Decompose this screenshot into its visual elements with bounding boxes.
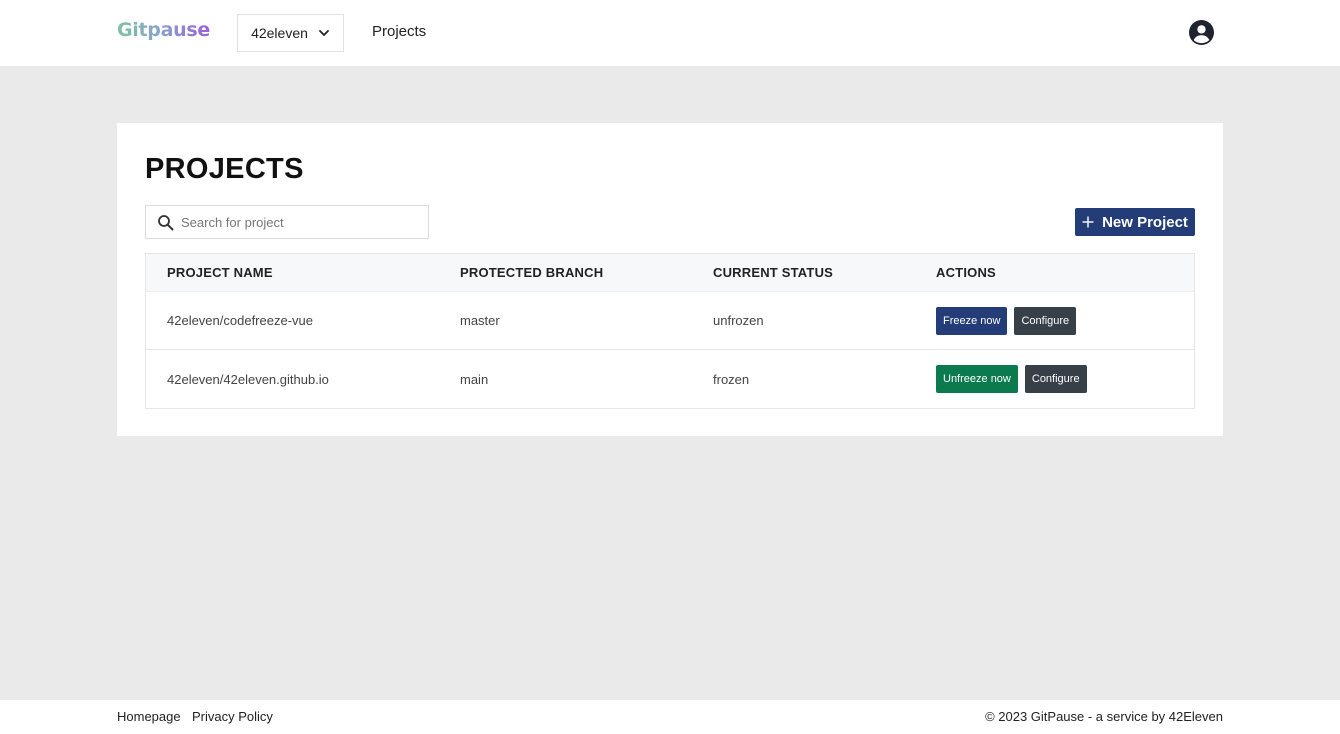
column-header-protected-branch: PROTECTED BRANCH (460, 265, 604, 280)
freeze-now-button[interactable]: Freeze now (936, 306, 1008, 335)
table-header: PROJECT NAME PROTECTED BRANCH CURRENT ST… (146, 254, 1194, 292)
organization-selector[interactable]: 42eleven (237, 14, 344, 52)
column-header-project-name: PROJECT NAME (167, 265, 273, 280)
new-project-button[interactable]: New Project (1075, 208, 1195, 236)
configure-button[interactable]: Configure (1024, 365, 1087, 393)
search-icon (158, 215, 174, 231)
current-status: frozen (713, 371, 750, 387)
column-header-current-status: CURRENT STATUS (713, 265, 834, 280)
projects-table: PROJECT NAME PROTECTED BRANCH CURRENT ST… (145, 253, 1195, 409)
organization-selector-value: 42eleven (251, 25, 308, 41)
top-navbar: Gitpause 42eleven Projects (0, 0, 1340, 66)
unfreeze-now-button[interactable]: Unfreeze now (936, 365, 1018, 393)
table-row: 42eleven/42eleven.github.io main frozen … (146, 350, 1194, 408)
configure-button[interactable]: Configure (1014, 306, 1077, 335)
page-title: PROJECTS (145, 153, 304, 185)
page-footer: Homepage Privacy Policy © 2023 GitPause … (0, 700, 1340, 734)
plus-icon (1082, 216, 1094, 228)
protected-branch: main (460, 371, 489, 387)
row-actions: Unfreeze now Configure (936, 350, 1087, 408)
search-input[interactable] (181, 206, 425, 238)
new-project-label: New Project (1102, 213, 1188, 231)
project-name: 42eleven/codefreeze-vue (167, 313, 313, 328)
column-header-actions: ACTIONS (936, 265, 996, 280)
copyright-text: © 2023 GitPause - a service by 42Eleven (985, 709, 1223, 724)
gitpause-logo[interactable]: Gitpause (117, 19, 210, 41)
nav-link-projects[interactable]: Projects (372, 23, 426, 40)
footer-link-homepage[interactable]: Homepage (117, 709, 181, 724)
user-circle-icon[interactable] (1189, 20, 1214, 45)
table-row: 42eleven/codefreeze-vue master unfrozen … (146, 292, 1194, 350)
row-actions: Freeze now Configure (936, 292, 1077, 349)
chevron-down-icon (319, 30, 329, 36)
current-status: unfrozen (713, 313, 764, 328)
search-box (145, 205, 429, 239)
protected-branch: master (460, 313, 500, 328)
projects-card: PROJECTS New Project PROJECT NAME PROTEC… (117, 123, 1223, 436)
footer-link-privacy-policy[interactable]: Privacy Policy (192, 709, 273, 724)
project-name: 42eleven/42eleven.github.io (167, 371, 329, 387)
